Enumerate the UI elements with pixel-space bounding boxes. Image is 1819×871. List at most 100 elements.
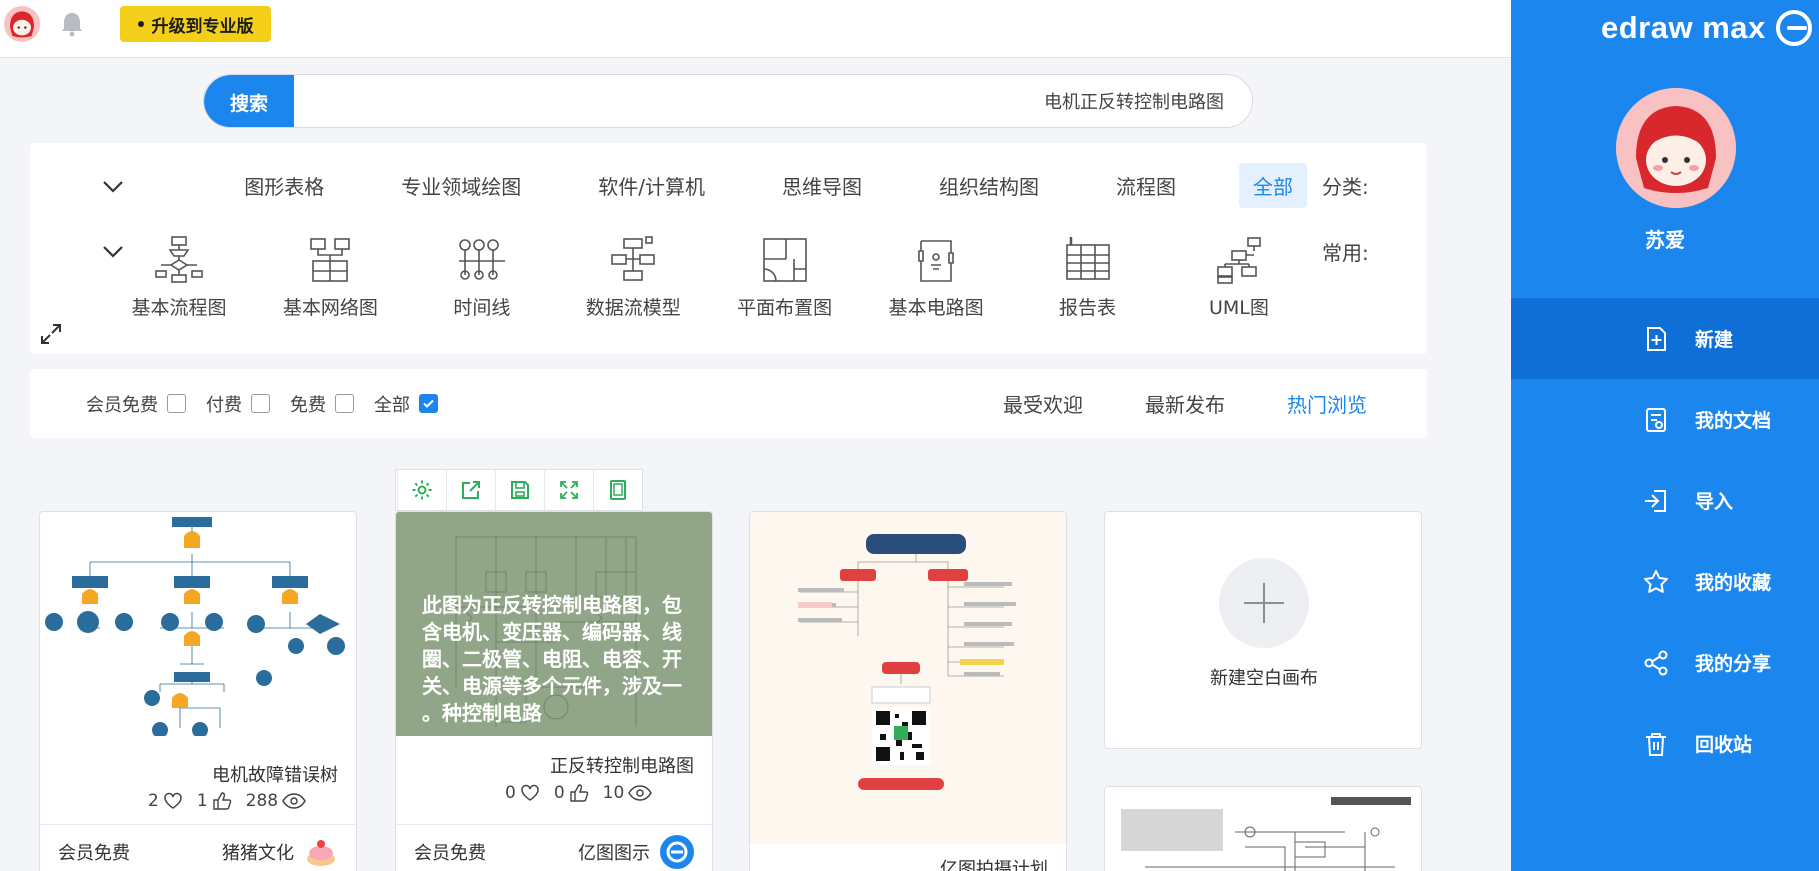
sidebar-item-label: 回收站 — [1695, 734, 1753, 756]
filter-bar: 热门浏览 最新发布 最受欢迎 全部 免费 付费 会员免费 — [30, 369, 1427, 438]
filter-member-free[interactable]: 会员免费 — [86, 391, 186, 417]
common-item-data-flow[interactable]: 数据流模型 — [578, 235, 688, 320]
notification-bell-icon[interactable] — [58, 10, 86, 38]
filter-paid[interactable]: 付费 — [206, 391, 270, 417]
sidebar-item-label: 新建 — [1695, 329, 1734, 351]
checkbox-icon[interactable] — [251, 394, 270, 413]
timeline-icon — [458, 239, 505, 280]
common-item-label: 基本网络图 — [282, 297, 378, 319]
user-avatar-small[interactable] — [4, 6, 40, 42]
views-count: 10 — [602, 783, 625, 803]
tab-org-chart[interactable]: 组织结构图 — [925, 163, 1053, 208]
uml-diagram-icon — [1217, 237, 1261, 284]
favorites-count: 2 — [148, 791, 159, 811]
sort-tab-newest[interactable]: 最新发布 — [1145, 389, 1225, 418]
template-card-circuit[interactable]: 此图为正反转控制电路图，包含电机、变压器、编码器、线圈、二极管、电阻、电容、开关… — [395, 511, 713, 871]
checkbox-checked-icon[interactable] — [419, 394, 438, 413]
category-tabs: 全部 流程图 组织结构图 思维导图 软件/计算机 专业领域绘图 图形表格 — [181, 163, 1307, 208]
open-button[interactable] — [446, 470, 495, 510]
card-author[interactable]: 猪猪文化 — [222, 835, 338, 869]
common-item-basic-flowchart[interactable]: 基本流程图 — [124, 235, 234, 320]
sidebar-item-import[interactable]: 导入 — [1511, 460, 1819, 541]
search-button[interactable]: 搜索 — [204, 75, 294, 127]
new-blank-label: 新建空白画布 — [1210, 668, 1318, 689]
mindmap-thumbnail — [750, 512, 1066, 844]
sidebar-item-label: 我的文档 — [1695, 410, 1772, 432]
sort-tab-popular[interactable]: 热门浏览 — [1287, 389, 1367, 418]
filter-label: 免费 — [290, 394, 326, 416]
category-label: 分类: — [1322, 175, 1369, 199]
tab-graphic-table[interactable]: 图形表格 — [230, 163, 338, 208]
upgrade-label: 升级到专业版 — [151, 16, 254, 37]
upgrade-button[interactable]: 升级到专业版 — [120, 6, 271, 42]
brand-logo[interactable]: edraw max — [1601, 8, 1812, 48]
card-title: 电机故障错误树 — [212, 765, 338, 786]
card-stats: 10 0 0 — [505, 783, 653, 803]
settings-button[interactable] — [397, 470, 446, 510]
common-item-floor-plan[interactable]: 平面布置图 — [730, 235, 840, 320]
card-hover-toolbar — [395, 469, 643, 511]
expand-icon[interactable] — [38, 321, 64, 347]
checkbox-icon[interactable] — [335, 394, 354, 413]
views-stat: 288 — [246, 791, 306, 811]
user-avatar[interactable] — [1616, 88, 1736, 208]
common-item-basic-circuit[interactable]: 基本电路图 — [881, 235, 991, 320]
data-flow-icon — [611, 236, 656, 281]
fullscreen-button[interactable] — [544, 470, 593, 510]
views-count: 288 — [245, 791, 279, 811]
sidebar-menu: 新建 我的文档 导入 我的收藏 我的分享 回收站 — [1511, 298, 1819, 784]
sidebar-item-new[interactable]: 新建 — [1511, 298, 1819, 379]
template-card-mindmap[interactable]: 亿图拍摄计划 — [749, 511, 1067, 871]
eye-icon — [628, 785, 653, 801]
tab-flowchart[interactable]: 流程图 — [1102, 163, 1190, 208]
sidebar-item-label: 我的收藏 — [1695, 572, 1772, 594]
sidebar-item-favorites[interactable]: 我的收藏 — [1511, 541, 1819, 622]
favorites-count: 0 — [505, 783, 516, 803]
checkbox-icon[interactable] — [167, 394, 186, 413]
gear-icon — [412, 480, 432, 500]
likes-stat[interactable]: 0 — [554, 783, 589, 803]
new-blank-card[interactable]: 新建空白画布 — [1104, 511, 1422, 749]
chevron-down-icon[interactable] — [102, 245, 124, 259]
price-filters: 全部 免费 付费 会员免费 — [86, 369, 438, 438]
filter-free[interactable]: 免费 — [290, 391, 354, 417]
save-button[interactable] — [495, 470, 544, 510]
sidebar-item-trash[interactable]: 回收站 — [1511, 703, 1819, 784]
likes-count: 1 — [196, 791, 208, 811]
edraw-logo-icon — [1775, 10, 1812, 46]
favorites-stat[interactable]: 2 — [148, 791, 183, 811]
hover-description: 此图为正反转控制电路图，包含电机、变压器、编码器、线圈、二极管、电阻、电容、开关… — [396, 512, 712, 736]
price-label: 会员免费 — [414, 842, 486, 864]
card-title: 亿图拍摄计划 — [940, 859, 1048, 871]
filter-all[interactable]: 全部 — [374, 391, 438, 417]
tab-mind-map[interactable]: 思维导图 — [768, 163, 876, 208]
tab-software[interactable]: 软件/计算机 — [584, 163, 719, 208]
template-thumbnail — [1121, 797, 1411, 871]
tab-all[interactable]: 全部 — [1239, 163, 1307, 208]
share-icon — [1641, 648, 1671, 678]
filter-label: 会员免费 — [86, 394, 158, 416]
plus-icon — [1219, 558, 1309, 648]
template-card[interactable] — [1104, 786, 1422, 871]
sidebar-item-my-docs[interactable]: 我的文档 — [1511, 379, 1819, 460]
tab-professional[interactable]: 专业领域绘图 — [387, 163, 535, 208]
likes-stat[interactable]: 1 — [197, 791, 232, 811]
preview-button[interactable] — [593, 470, 642, 510]
common-item-timeline[interactable]: 时间线 — [427, 235, 537, 320]
author-name: 亿图图示 — [578, 842, 650, 864]
card-author[interactable]: 亿图图示 — [578, 834, 694, 869]
favorites-stat[interactable]: 0 — [505, 783, 540, 803]
common-item-network[interactable]: 基本网络图 — [275, 235, 385, 320]
search-input[interactable] — [300, 75, 1240, 127]
sidebar-item-label: 导入 — [1695, 491, 1734, 513]
sidebar-item-share[interactable]: 我的分享 — [1511, 622, 1819, 703]
import-icon — [1641, 486, 1671, 516]
chevron-down-icon[interactable] — [102, 180, 124, 194]
common-item-report[interactable]: 报告表 — [1033, 235, 1143, 320]
sort-tab-favorite[interactable]: 最受欢迎 — [1003, 389, 1083, 418]
star-icon — [1641, 567, 1671, 597]
common-item-uml[interactable]: UML图 — [1184, 235, 1294, 320]
template-card-fault-tree[interactable]: 电机故障错误树 288 1 2 会员免费 猪猪文化 — [39, 511, 357, 871]
brand-name: edraw max — [1601, 10, 1766, 45]
sidebar: edraw max 苏爱 新建 我的文档 导入 我的收藏 我的分享 回收站 — [1511, 0, 1819, 871]
